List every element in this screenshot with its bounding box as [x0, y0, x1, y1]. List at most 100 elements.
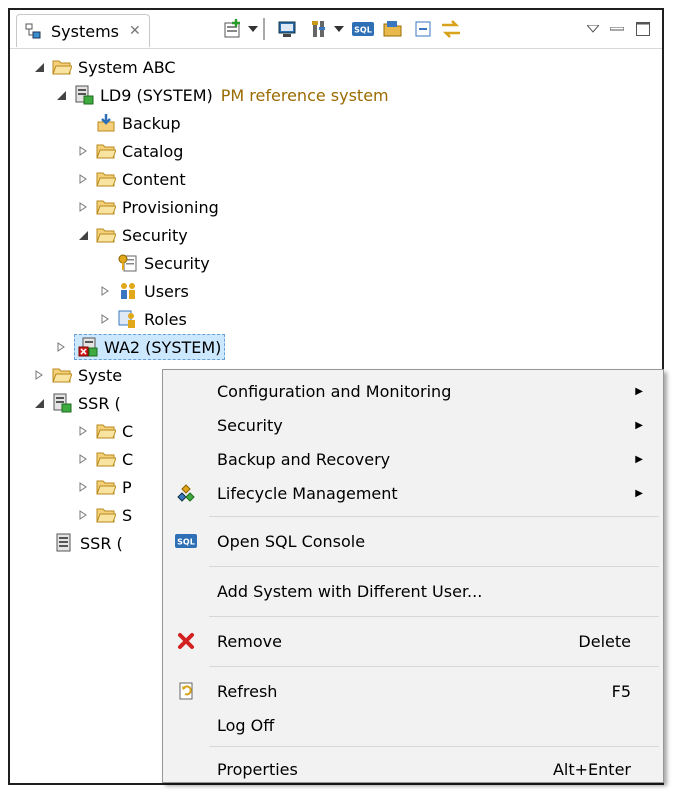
menu-item-label: Backup and Recovery: [217, 449, 391, 469]
link-editor-icon[interactable]: [438, 16, 464, 42]
tree-item-ssr-1[interactable]: SSR (: [32, 390, 121, 416]
menu-item-sql-console[interactable]: SQL Open SQL Console: [163, 526, 663, 556]
collapse-all-icon[interactable]: [410, 16, 436, 42]
tab-label: Systems: [51, 21, 119, 41]
submenu-arrow-icon: ▶: [635, 487, 643, 499]
context-menu: Configuration and Monitoring ▶ Security …: [162, 369, 664, 783]
menu-item-add-system[interactable]: Add System with Different User...: [163, 576, 663, 606]
close-icon[interactable]: ✕: [129, 23, 141, 39]
tree-item-ssr-child-3[interactable]: P: [76, 474, 132, 500]
collapsed-arrow-icon[interactable]: [76, 508, 90, 522]
tree-label: Content: [122, 169, 186, 189]
tab-systems[interactable]: Systems ✕: [16, 14, 150, 47]
menu-shortcut: Delete: [578, 631, 631, 651]
toolbar-separator: [263, 18, 265, 40]
tree-item-wa2[interactable]: WA2 (SYSTEM): [54, 334, 226, 360]
expanded-arrow-icon[interactable]: [76, 228, 90, 242]
selected-item-highlight[interactable]: WA2 (SYSTEM): [74, 334, 226, 360]
menu-item-configuration[interactable]: Configuration and Monitoring ▶: [163, 376, 663, 406]
menu-separator: [209, 516, 659, 517]
collapsed-arrow-icon[interactable]: [98, 312, 112, 326]
tree-label: WA2 (SYSTEM): [104, 337, 222, 357]
add-system-icon[interactable]: [220, 16, 246, 42]
collapsed-arrow-icon[interactable]: [76, 200, 90, 214]
menu-item-label: Log Off: [217, 715, 275, 735]
tree-item-system-partial[interactable]: Syste: [32, 362, 122, 388]
tree-item-security-folder[interactable]: Security: [76, 222, 188, 248]
dropdown-arrow-icon[interactable]: [332, 16, 346, 42]
expanded-arrow-icon[interactable]: [54, 88, 68, 102]
system-error-icon: [78, 337, 98, 357]
tree-label: Catalog: [122, 141, 184, 161]
tree-label: P: [122, 477, 132, 497]
menu-item-security[interactable]: Security ▶: [163, 410, 663, 440]
submenu-arrow-icon: ▶: [635, 385, 643, 397]
folder-icon: [96, 477, 116, 497]
tree-item-provisioning[interactable]: Provisioning: [76, 194, 219, 220]
collapsed-arrow-icon[interactable]: [54, 340, 68, 354]
tree-item-content[interactable]: Content: [76, 166, 186, 192]
collapsed-arrow-icon[interactable]: [98, 284, 112, 298]
tree-item-backup[interactable]: Backup: [96, 110, 181, 136]
tree-item-roles[interactable]: Roles: [98, 306, 187, 332]
tools-icon[interactable]: [306, 16, 332, 42]
svg-text:SQL: SQL: [177, 538, 195, 547]
tree-label: SSR (: [78, 393, 121, 413]
minimize-icon[interactable]: [608, 16, 626, 42]
menu-shortcut: F5: [611, 681, 631, 701]
menu-item-properties[interactable]: Properties Alt+Enter: [163, 754, 663, 784]
menu-item-backup-recovery[interactable]: Backup and Recovery ▶: [163, 444, 663, 474]
maximize-icon[interactable]: [634, 16, 652, 42]
menu-separator: [209, 566, 659, 567]
collapsed-arrow-icon[interactable]: [76, 452, 90, 466]
tree-item-ssr-2[interactable]: SSR (: [54, 530, 123, 556]
tree-label: Security: [144, 253, 210, 273]
tree-item-ssr-child-2[interactable]: C: [76, 446, 133, 472]
svg-text:SQL: SQL: [354, 26, 372, 35]
sql-icon[interactable]: SQL: [350, 16, 376, 42]
submenu-arrow-icon: ▶: [635, 419, 643, 431]
dropdown-arrow-icon[interactable]: [246, 16, 260, 42]
system-disconnected-icon: [54, 533, 74, 553]
sql-icon: SQL: [175, 530, 197, 552]
tree-item-security[interactable]: Security: [118, 250, 210, 276]
tree-item-ssr-child-4[interactable]: S: [76, 502, 132, 528]
tree-label: C: [122, 421, 134, 441]
menu-separator: [209, 666, 659, 667]
collapsed-arrow-icon[interactable]: [76, 480, 90, 494]
expanded-arrow-icon[interactable]: [32, 60, 46, 74]
collapsed-arrow-icon[interactable]: [76, 172, 90, 186]
menu-item-log-off[interactable]: Log Off: [163, 710, 663, 740]
tree-item-system-abc[interactable]: System ABC: [32, 54, 176, 80]
menu-item-label: Refresh: [217, 681, 278, 701]
menu-item-refresh[interactable]: Refresh F5: [163, 676, 663, 706]
folder-icon: [96, 169, 116, 189]
collapsed-arrow-icon[interactable]: [32, 368, 46, 382]
collapsed-arrow-icon[interactable]: [76, 424, 90, 438]
tree-label: Roles: [144, 309, 187, 329]
security-icon: [118, 253, 138, 273]
systems-view: Systems ✕ SQL System ABC LD9 (SYSTEM) PM…: [8, 8, 664, 785]
view-menu-icon[interactable]: [584, 16, 602, 42]
tree-item-users[interactable]: Users: [98, 278, 189, 304]
tree-item-ld9[interactable]: LD9 (SYSTEM) PM reference system: [54, 82, 389, 108]
systems-view-icon: [23, 21, 43, 41]
menu-item-lifecycle[interactable]: Lifecycle Management ▶: [163, 478, 663, 508]
system-connected-icon: [52, 393, 72, 413]
tree-item-ssr-child-1[interactable]: C: [76, 418, 133, 444]
expanded-arrow-icon[interactable]: [32, 396, 46, 410]
menu-item-remove[interactable]: Remove Delete: [163, 626, 663, 656]
users-icon: [118, 281, 138, 301]
collapsed-arrow-icon[interactable]: [76, 144, 90, 158]
console-icon[interactable]: [274, 16, 300, 42]
tree-item-catalog[interactable]: Catalog: [76, 138, 183, 164]
menu-item-label: Remove: [217, 631, 282, 651]
open-folder-icon[interactable]: [380, 16, 406, 42]
menu-item-label: Lifecycle Management: [217, 483, 398, 503]
tree-label: System ABC: [78, 57, 176, 77]
roles-icon: [118, 309, 138, 329]
tree-label: Syste: [78, 365, 123, 385]
menu-item-label: Open SQL Console: [217, 531, 366, 551]
tree-label: Backup: [122, 113, 181, 133]
menu-item-label: Add System with Different User...: [217, 581, 483, 601]
